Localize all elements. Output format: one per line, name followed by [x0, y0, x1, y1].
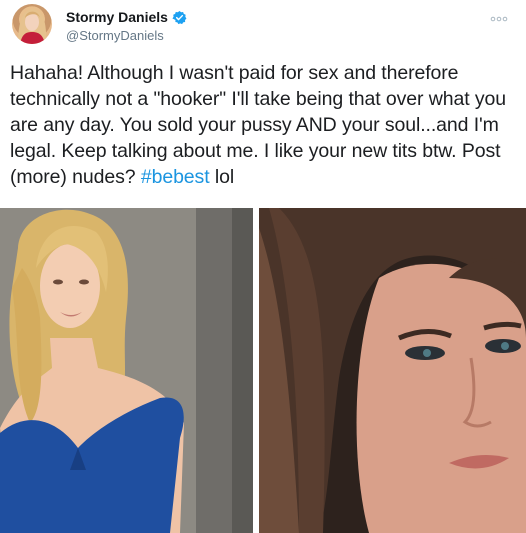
- tweet-text-tail: lol: [209, 166, 235, 188]
- author-block: Stormy Daniels @StormyDaniels: [66, 8, 187, 43]
- display-name-row: Stormy Daniels: [66, 8, 187, 26]
- verified-badge-icon: [172, 10, 187, 25]
- media-grid: [0, 208, 526, 533]
- tweet-text: Hahaha! Although I wasn't paid for sex a…: [10, 60, 510, 190]
- photo-left-illustration: [0, 208, 253, 533]
- handle[interactable]: @StormyDaniels: [66, 28, 187, 43]
- avatar[interactable]: [12, 4, 52, 44]
- tweet-text-body: Hahaha! Although I wasn't paid for sex a…: [10, 62, 507, 188]
- photo-right[interactable]: [259, 208, 526, 533]
- more-options-icon[interactable]: [488, 12, 510, 26]
- photo-left[interactable]: [0, 208, 253, 533]
- tweet-card: Stormy Daniels @StormyDaniels Hahaha! Al…: [0, 0, 526, 533]
- hashtag-link[interactable]: #bebest: [141, 166, 210, 188]
- display-name[interactable]: Stormy Daniels: [66, 9, 168, 25]
- tweet-header: Stormy Daniels @StormyDaniels: [10, 4, 516, 48]
- photo-right-illustration: [259, 208, 526, 533]
